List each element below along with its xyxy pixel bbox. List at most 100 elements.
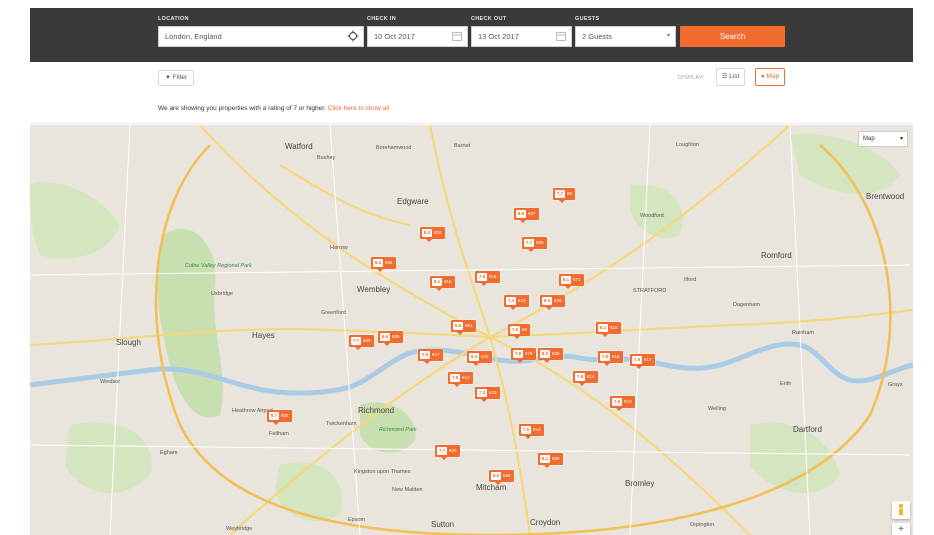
pin-score: 7.4 (506, 297, 516, 305)
price-pin[interactable]: 7.7 €25 (435, 445, 460, 460)
pin-price: €61 (465, 323, 473, 328)
crosshair-icon[interactable] (347, 30, 359, 42)
price-pin[interactable]: 7.6 €14 (573, 371, 598, 386)
map-label-stratford: STRATFORD (633, 288, 667, 294)
price-pin[interactable]: 9.7 €92 (267, 410, 292, 425)
map-label-slough: Slough (116, 338, 141, 347)
map-label-weybridge: Weybridge (226, 526, 253, 532)
price-pin[interactable]: 7.8 €14 (448, 372, 473, 387)
price-pin[interactable]: 7.5 €16 (475, 271, 500, 286)
map-label-harrow: Harrow (330, 245, 348, 251)
pin-price: €65 (363, 338, 371, 343)
map-label-richmond-park: Richmond Park (379, 427, 417, 433)
guests-select[interactable]: 2 Guests ▾ (575, 26, 676, 47)
price-pin[interactable]: 8.4 €25 (540, 295, 565, 310)
pin-score: 7.9 (612, 398, 622, 406)
pin-price: €50 (552, 456, 560, 461)
price-pin[interactable]: 8.3 €18 (420, 227, 445, 242)
pin-price: €17 (432, 352, 440, 357)
pin-price: €79 (525, 351, 533, 356)
price-pin[interactable]: 7.9 €13 (610, 396, 635, 411)
price-pin[interactable]: 8.1 €71 (559, 274, 584, 289)
location-input[interactable]: London, England (158, 26, 364, 47)
guests-value: 2 Guests (582, 32, 613, 41)
app-root: LOCATION London, England CHECK IN 10 Oct… (0, 0, 934, 535)
pin-price: €94 (385, 260, 393, 265)
chevron-down-icon: ▾ (666, 33, 670, 39)
price-pin[interactable]: 8.8 €61 (451, 320, 476, 335)
price-pin[interactable]: 7.3 €13 (475, 387, 500, 402)
price-pin[interactable]: 8.1 €16 (596, 322, 621, 337)
pin-score: 7.7 (555, 190, 565, 198)
show-all-link[interactable]: Click here to show all (328, 105, 389, 112)
map-label-welling: Welling (708, 406, 726, 412)
price-pin[interactable]: 8.6 €27 (514, 208, 539, 223)
pin-price: €19 (518, 298, 526, 303)
pin-price: €18 (612, 354, 620, 359)
pin-score: 7.6 (510, 326, 520, 334)
price-pin[interactable]: 7.4 €19 (504, 295, 529, 310)
calendar-icon (452, 32, 462, 41)
pin-price: €13 (489, 390, 497, 395)
map-label-grays: Grays (888, 382, 903, 388)
price-pin[interactable]: 7.6 €8 (508, 324, 531, 339)
pegman-icon (898, 503, 904, 516)
map-label-greenford: Greenford (321, 310, 346, 316)
zoom-in-button[interactable]: + (892, 523, 910, 535)
price-pin[interactable]: 7.7 €89 (522, 237, 547, 252)
price-pin[interactable]: 7.9 €17 (418, 349, 443, 364)
pin-price: €16 (489, 274, 497, 279)
map-label-wembley: Wembley (357, 285, 391, 294)
pin-price: €18 (434, 230, 442, 235)
map-label-borehamwood: Borehamwood (376, 145, 412, 151)
pin-score: 8.1 (598, 324, 608, 332)
map-label-woodford: Woodford (640, 213, 664, 219)
price-pin[interactable]: 8.1 €50 (538, 453, 563, 468)
pin-score: 8.6 (516, 210, 526, 218)
price-pin[interactable]: 8.4 €94 (371, 257, 396, 272)
price-pin[interactable]: 7.5 €18 (598, 351, 623, 366)
price-pin[interactable]: 7.8 €79 (511, 348, 536, 363)
map-label-richmond: Richmond (358, 406, 395, 415)
map-view-button[interactable]: ● Map (755, 68, 785, 86)
list-view-button[interactable]: ☰ List (716, 68, 745, 86)
price-pin[interactable]: 7.6 €17 (630, 354, 655, 369)
price-pin[interactable]: 8.0 €25 (538, 348, 563, 363)
pin-score: 7.8 (450, 374, 460, 382)
map-type-select[interactable]: Map ▾ (858, 131, 908, 147)
price-pin[interactable]: 7.7 €6 (553, 188, 576, 203)
pin-price: €14 (462, 375, 470, 380)
pin-price: €13 (533, 427, 541, 432)
price-pin[interactable]: 8.6 €85 (378, 331, 403, 346)
price-pin[interactable]: 8.4 €25 (467, 351, 492, 366)
map-label-watford: Watford (285, 142, 313, 151)
pin-price: €89 (536, 240, 544, 245)
pegman-button[interactable] (892, 501, 910, 519)
price-pin[interactable]: 8.1 €18 (430, 276, 455, 291)
chevron-down-icon: ▾ (899, 136, 903, 142)
calendar-icon (556, 32, 566, 41)
map-label: Map (766, 73, 780, 80)
map-view[interactable]: Watford Bushey Borehamwood Barnet Edgwar… (30, 125, 913, 535)
checkout-input[interactable]: 13 Oct 2017 (471, 26, 572, 47)
price-pin[interactable]: 7.7 €65 (349, 335, 374, 350)
filter-button[interactable]: ▼ Filter (158, 70, 195, 86)
guests-label: GUESTS (575, 16, 600, 22)
checkin-input[interactable]: 10 Oct 2017 (367, 26, 468, 47)
price-pin[interactable]: 7.5 €13 (519, 424, 544, 439)
map-label-dartford: Dartford (793, 425, 822, 434)
search-bar: LOCATION London, England CHECK IN 10 Oct… (30, 8, 913, 62)
map-label-rainham: Rainham (792, 330, 815, 336)
map-label-colne-valley: Colne Valley Regional Park (185, 263, 252, 269)
map-label-egham: Egham (160, 450, 178, 456)
pin-price: €13 (624, 399, 632, 404)
search-button[interactable]: Search (680, 26, 785, 47)
location-label: LOCATION (158, 16, 189, 22)
price-pin[interactable]: 8.5 €98 (489, 470, 514, 485)
rating-notice: We are showing you properties with a rat… (158, 105, 389, 112)
pin-score: 7.6 (575, 373, 585, 381)
pin-price: €71 (573, 277, 581, 282)
pin-price: €6 (567, 191, 573, 196)
display-label: DISPLAY: (678, 75, 705, 81)
checkin-label: CHECK IN (367, 16, 396, 22)
